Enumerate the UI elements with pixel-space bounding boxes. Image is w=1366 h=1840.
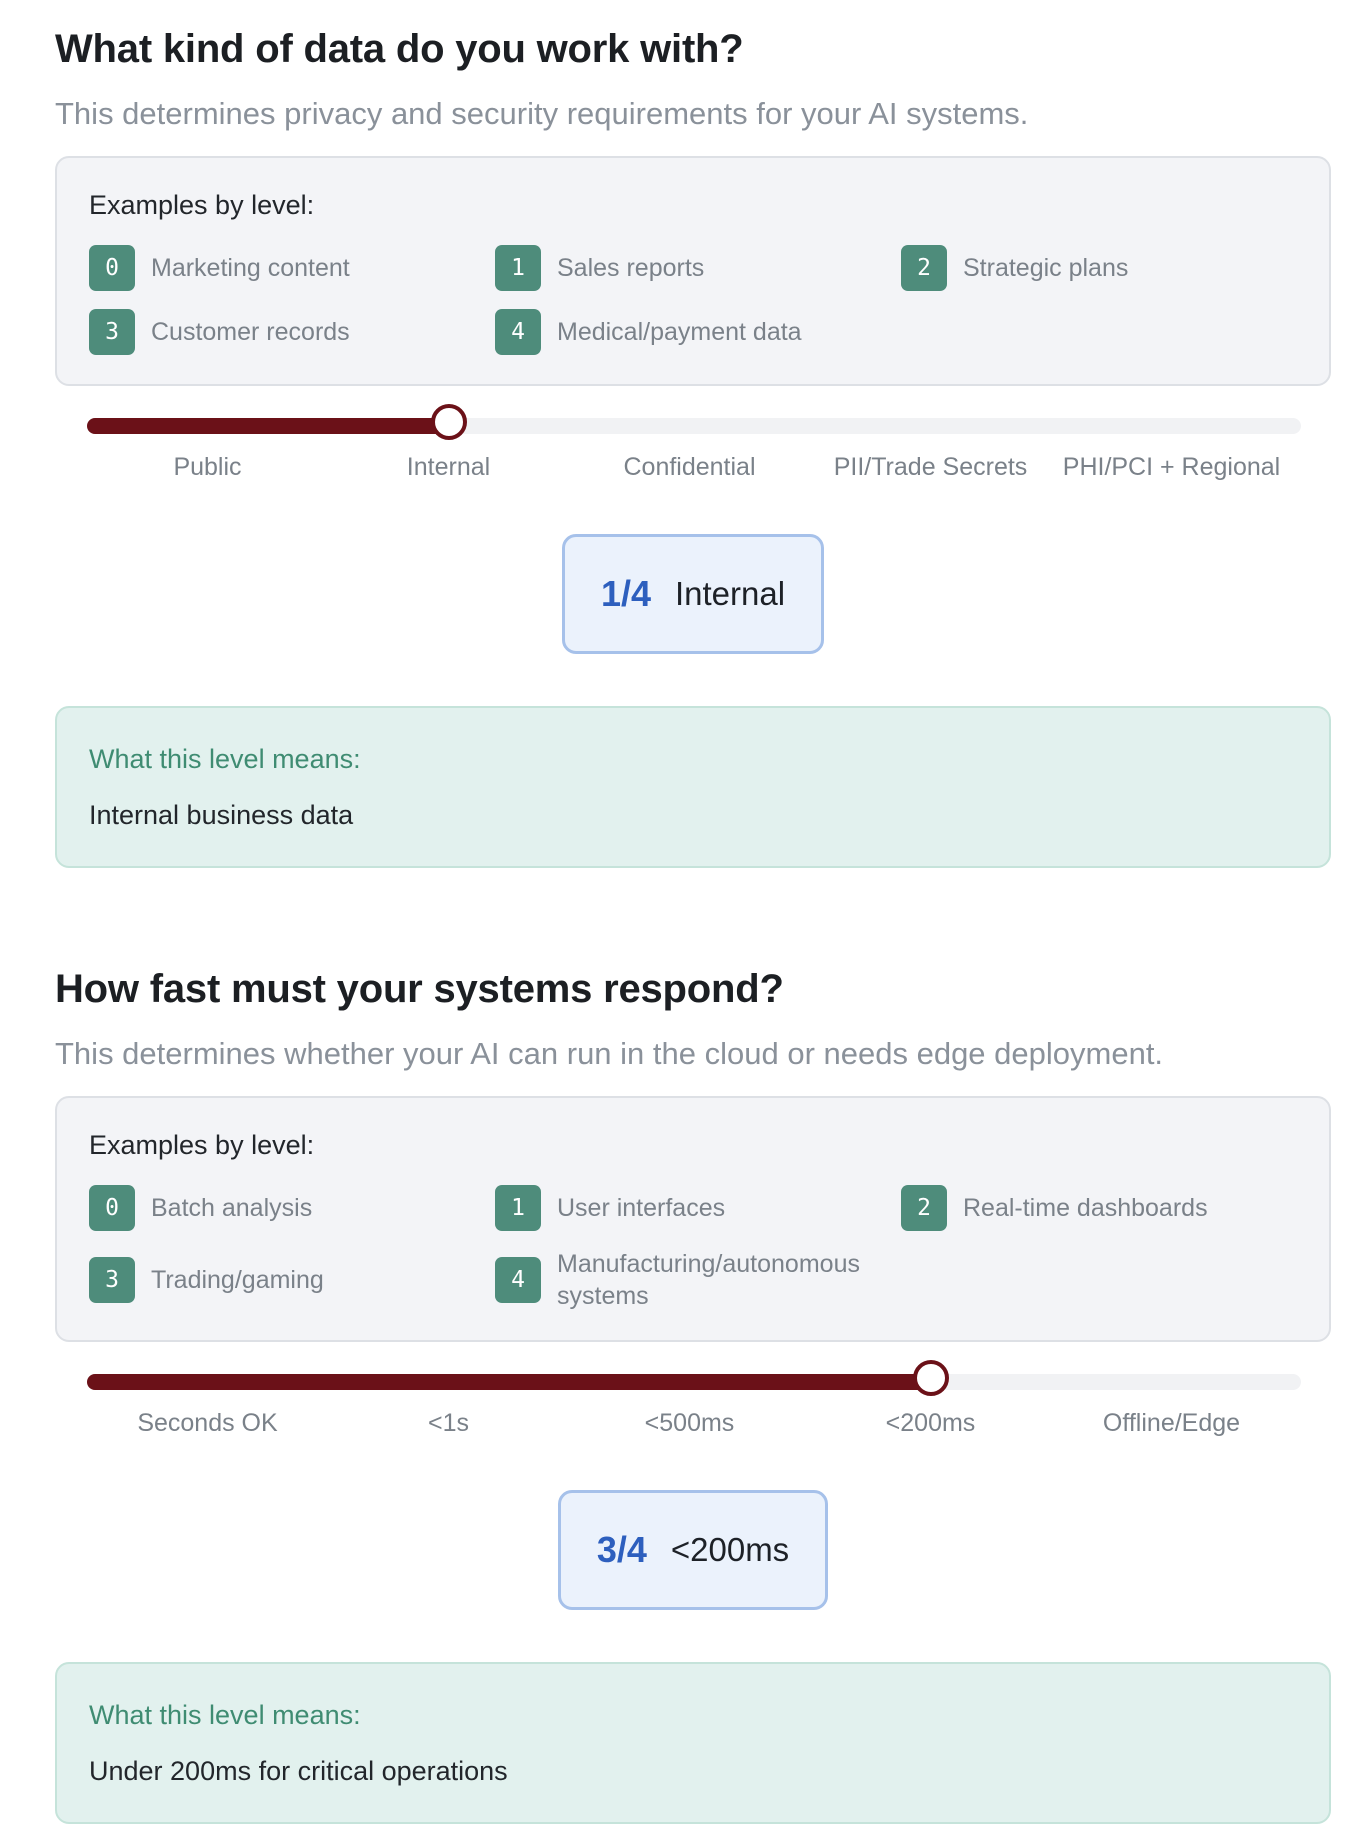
level-badge: 4 <box>495 309 541 355</box>
tick-label[interactable]: Seconds OK <box>87 1406 328 1440</box>
example-item: 0 Marketing content <box>89 244 495 292</box>
level-readout: 1/4 Internal <box>561 534 825 654</box>
level-badge: 0 <box>89 245 135 291</box>
page: What kind of data do you work with? This… <box>0 0 1366 1824</box>
meaning-title: What this level means: <box>89 1700 361 1730</box>
example-item: 1 Sales reports <box>495 244 901 292</box>
slider-thumb[interactable] <box>430 404 467 440</box>
tick-label[interactable]: <200ms <box>810 1406 1051 1440</box>
level-slider[interactable] <box>55 402 1331 448</box>
example-label: Trading/gaming <box>151 1266 324 1294</box>
slider-fill <box>87 418 449 434</box>
level-badge: 4 <box>495 1257 541 1303</box>
tick-label[interactable]: <500ms <box>569 1406 810 1440</box>
example-item: 3 Trading/gaming <box>89 1248 495 1312</box>
level-badge: 1 <box>495 245 541 291</box>
level-badge: 1 <box>495 1185 541 1231</box>
examples-panel: Examples by level: 0 Marketing content 1… <box>55 156 1331 386</box>
readout-score: 3/4 <box>596 1529 647 1570</box>
example-label: Real-time dashboards <box>963 1194 1208 1222</box>
example-item: 4 Manufacturing/autonomous systems <box>495 1248 901 1312</box>
level-badge: 3 <box>89 309 135 355</box>
level-badge: 3 <box>89 1257 135 1303</box>
example-item: 3 Customer records <box>89 308 495 356</box>
level-meaning-panel: What this level means: Under 200ms for c… <box>55 1662 1331 1824</box>
example-label: Customer records <box>151 318 350 346</box>
level-badge: 0 <box>89 1185 135 1231</box>
example-label: Marketing content <box>151 254 350 282</box>
example-item: 1 User interfaces <box>495 1184 901 1232</box>
tick-label[interactable]: Internal <box>328 450 569 484</box>
level-readout: 3/4 <200ms <box>557 1490 829 1610</box>
question-subtitle: This determines whether your AI can run … <box>55 1036 1164 1071</box>
question-data-sensitivity: What kind of data do you work with? This… <box>55 0 1331 868</box>
slider-tick-labels: Public Internal Confidential PII/Trade S… <box>55 450 1331 484</box>
example-label: Sales reports <box>557 254 705 282</box>
examples-title: Examples by level: <box>89 1130 315 1160</box>
meaning-title: What this level means: <box>89 744 361 774</box>
tick-label[interactable]: Offline/Edge <box>1051 1406 1292 1440</box>
level-badge: 2 <box>901 1185 947 1231</box>
tick-label[interactable]: Confidential <box>569 450 810 484</box>
example-label: Manufacturing/autonomous systems <box>557 1250 860 1310</box>
readout-label: Internal <box>674 575 786 612</box>
tick-label[interactable]: PHI/PCI + Regional <box>1051 450 1292 484</box>
example-item: 2 Strategic plans <box>901 244 1307 292</box>
meaning-text: Internal business data <box>89 800 354 830</box>
example-label: Medical/payment data <box>557 318 802 346</box>
question-response-latency: How fast must your systems respond? This… <box>55 960 1331 1824</box>
examples-title: Examples by level: <box>89 190 315 220</box>
readout-label: <200ms <box>670 1531 790 1568</box>
example-item: 0 Batch analysis <box>89 1184 495 1232</box>
tick-label[interactable]: <1s <box>328 1406 569 1440</box>
slider-tick-labels: Seconds OK <1s <500ms <200ms Offline/Edg… <box>55 1406 1331 1440</box>
question-title: What kind of data do you work with? <box>55 27 744 71</box>
example-label: Batch analysis <box>151 1194 313 1222</box>
tick-label[interactable]: PII/Trade Secrets <box>810 450 1051 484</box>
meaning-text: Under 200ms for critical operations <box>89 1756 508 1786</box>
example-label: Strategic plans <box>963 254 1129 282</box>
examples-panel: Examples by level: 0 Batch analysis 1 Us… <box>55 1096 1331 1342</box>
examples-grid: 0 Batch analysis 1 User interfaces 2 Rea… <box>89 1184 1297 1312</box>
question-subtitle: This determines privacy and security req… <box>55 96 1029 131</box>
example-label: User interfaces <box>557 1194 726 1222</box>
example-item: 4 Medical/payment data <box>495 308 901 356</box>
level-meaning-panel: What this level means: Internal business… <box>55 706 1331 868</box>
slider-fill <box>87 1374 931 1390</box>
readout-score: 1/4 <box>600 573 651 614</box>
tick-label[interactable]: Public <box>87 450 328 484</box>
question-title: How fast must your systems respond? <box>55 967 784 1011</box>
slider-thumb[interactable] <box>912 1360 949 1396</box>
examples-grid: 0 Marketing content 1 Sales reports 2 St… <box>89 244 1297 356</box>
example-item: 2 Real-time dashboards <box>901 1184 1307 1232</box>
level-badge: 2 <box>901 245 947 291</box>
level-slider[interactable] <box>55 1358 1331 1404</box>
